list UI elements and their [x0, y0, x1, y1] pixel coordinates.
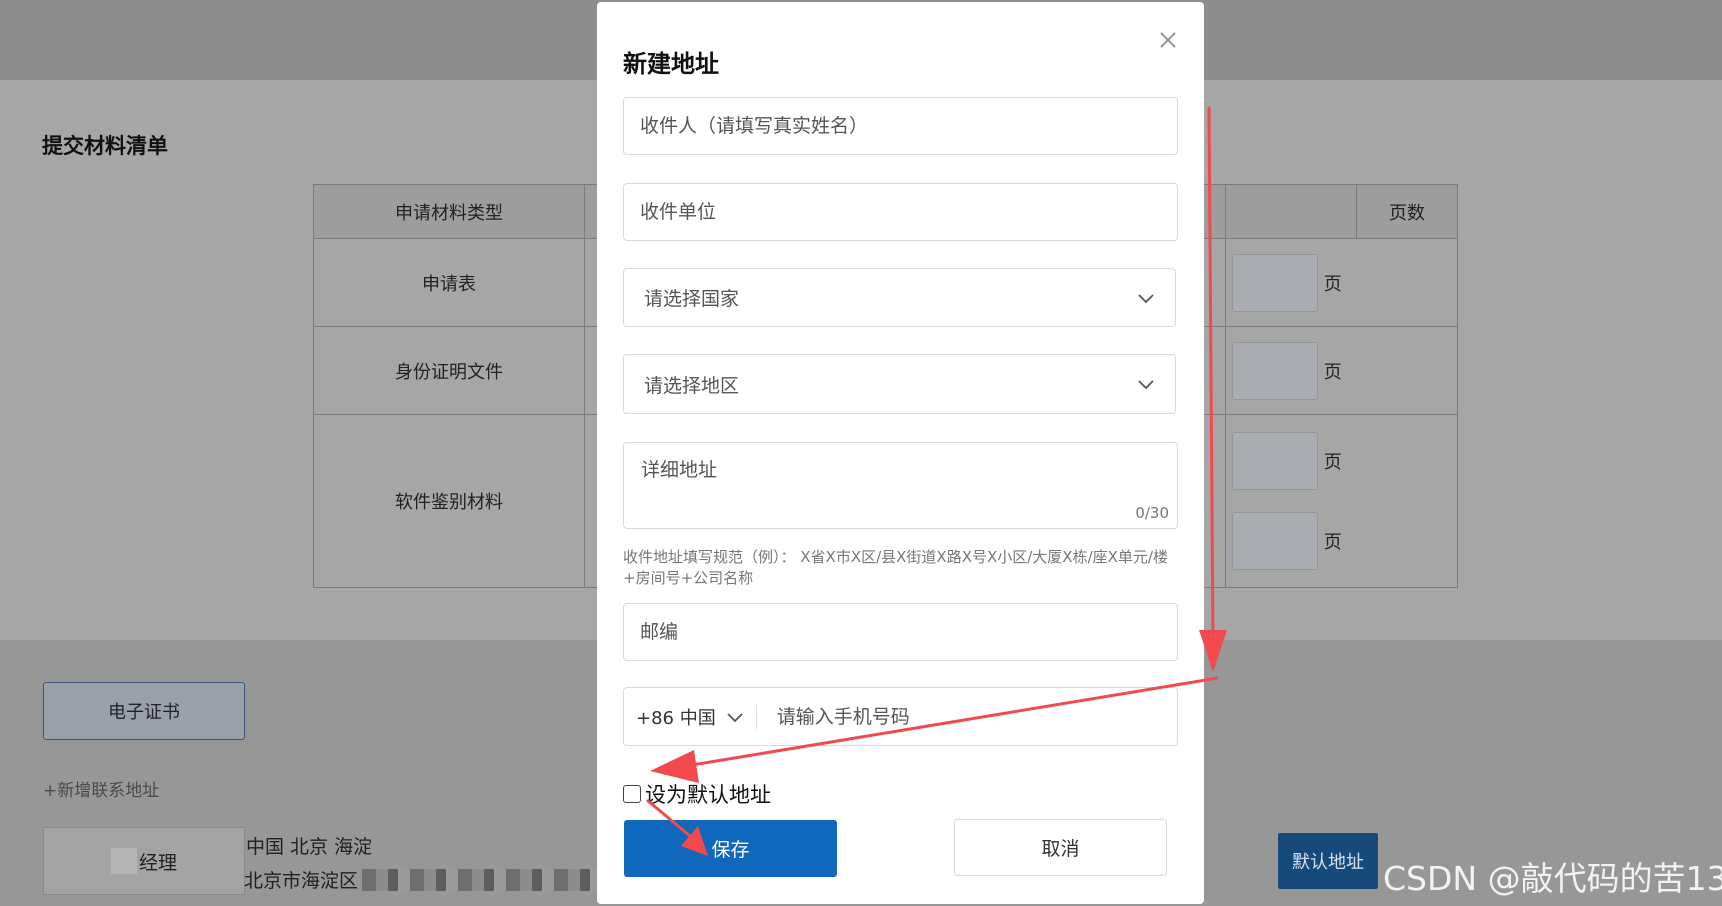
- address-region: 中国 北京 海淀: [246, 836, 373, 858]
- page-count-input[interactable]: [1232, 253, 1318, 312]
- receiver-field: [623, 97, 1178, 155]
- char-counter: 0/30: [1135, 504, 1169, 522]
- table-cell-type: 身份证明文件: [313, 326, 585, 415]
- cancel-button[interactable]: 取消: [954, 819, 1167, 876]
- country-code-value: +86 中国: [636, 707, 716, 729]
- phone-input[interactable]: [764, 688, 1177, 745]
- add-address-link[interactable]: +新增联系地址: [43, 776, 159, 801]
- page-count-input[interactable]: [1232, 341, 1318, 400]
- receiver-input[interactable]: [624, 98, 1177, 154]
- region-select[interactable]: 请选择地区: [623, 354, 1176, 414]
- page-unit-label: 页: [1323, 452, 1342, 473]
- save-button[interactable]: 保存: [624, 820, 837, 877]
- region-select-value: 请选择地区: [644, 374, 740, 397]
- chevron-down-icon: [727, 712, 743, 722]
- redacted-block: [110, 848, 137, 874]
- close-icon[interactable]: [1154, 26, 1182, 54]
- modal-title: 新建地址: [623, 50, 719, 78]
- company-input[interactable]: [624, 184, 1177, 240]
- zip-input[interactable]: [624, 604, 1177, 660]
- detail-address-textarea[interactable]: [624, 443, 1177, 503]
- country-code-select[interactable]: +86 中国: [624, 688, 754, 745]
- page-count-input[interactable]: [1232, 512, 1318, 570]
- address-detail: 北京市海淀区: [244, 866, 613, 893]
- phone-field: +86 中国: [623, 687, 1178, 746]
- default-address-row: 设为默认地址: [623, 779, 771, 809]
- redacted-mosaic: [362, 868, 613, 891]
- country-select[interactable]: 请选择国家: [623, 268, 1176, 327]
- company-field: [623, 183, 1178, 241]
- table-header: [1225, 184, 1357, 239]
- section-title: 提交材料清单: [42, 134, 168, 158]
- address-format-hint: 收件地址填写规范（例）： X省X市X区/县X街道X路X号X小区/大厦X栋/座X单…: [623, 548, 1168, 587]
- table-header: 申请材料类型: [313, 184, 585, 239]
- watermark: CSDN @敲代码的苦13: [1383, 859, 1722, 898]
- page-unit-label: 页: [1323, 273, 1342, 295]
- table-cell-type: 软件鉴别材料: [313, 414, 585, 588]
- table-header: 页数: [1356, 184, 1458, 239]
- new-address-modal: 新建地址 请选择国家 请选择地区 0/30 收件地址填写规范（例）： X省X市X…: [597, 2, 1204, 904]
- table-cell-type: 申请表: [313, 238, 585, 327]
- e-certificate-button[interactable]: 电子证书: [43, 682, 245, 740]
- country-select-value: 请选择国家: [644, 288, 740, 310]
- zip-field: [623, 603, 1178, 661]
- default-address-label[interactable]: 设为默认地址: [645, 779, 771, 809]
- page-unit-label: 页: [1323, 532, 1342, 553]
- divider: [755, 704, 757, 729]
- page-unit-label: 页: [1323, 361, 1342, 383]
- address-contact-name: 经理: [43, 827, 245, 895]
- detail-address-field: 0/30: [623, 442, 1178, 529]
- page-count-input[interactable]: [1232, 432, 1318, 490]
- chevron-down-icon: [1138, 293, 1154, 303]
- default-address-badge[interactable]: 默认地址: [1278, 833, 1378, 889]
- chevron-down-icon: [1138, 380, 1154, 390]
- default-address-checkbox[interactable]: [623, 785, 641, 803]
